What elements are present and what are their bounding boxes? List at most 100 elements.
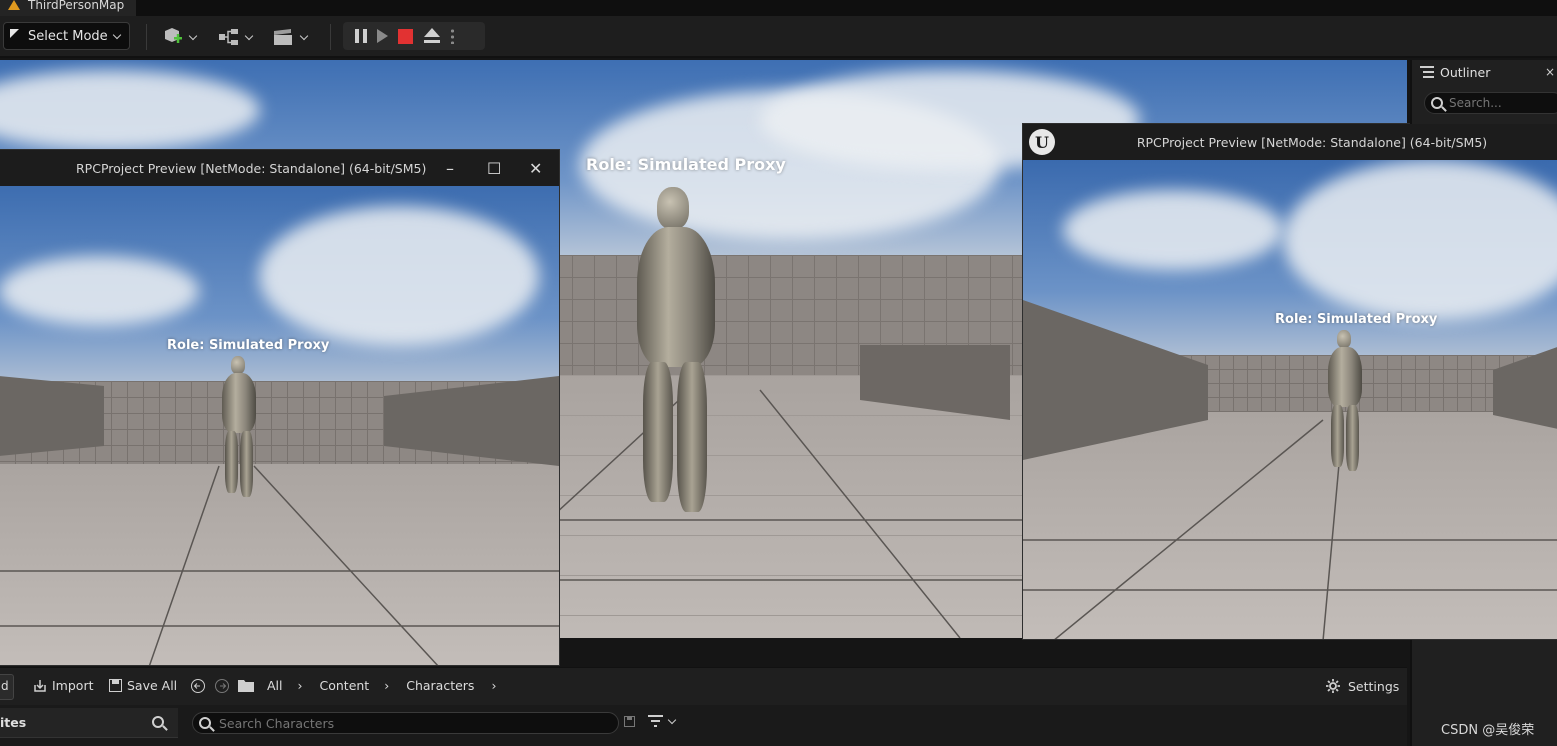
mannequin-leg: [240, 431, 253, 497]
mannequin-torso: [637, 227, 715, 367]
mannequin-leg: [1331, 405, 1344, 467]
preview-title: RPCProject Preview [NetMode: Standalone]…: [1136, 134, 1488, 150]
breadcrumb-item[interactable]: Characters: [406, 678, 474, 693]
content-browser-toolbar: d Import Save All All › Content › Charac…: [0, 667, 1407, 705]
mannequin-head: [1337, 330, 1351, 348]
mannequin-torso: [1328, 347, 1362, 407]
filter-button[interactable]: [648, 715, 677, 727]
clapperboard-icon: [274, 29, 292, 45]
settings-button[interactable]: Settings: [1325, 678, 1399, 694]
preview-viewport[interactable]: Role: Simulated Proxy: [1023, 160, 1557, 639]
character-mannequin: [217, 356, 263, 501]
history-forward-button[interactable]: [214, 678, 230, 694]
back-arrow-icon: [191, 679, 205, 693]
play-controls: [343, 22, 485, 50]
chevron-down-icon: [299, 31, 309, 40]
preview-window-left[interactable]: RPCProject Preview [NetMode: Standalone]…: [0, 149, 560, 666]
floor-lines: [1023, 300, 1557, 639]
pause-icon[interactable]: [355, 29, 367, 43]
forward-arrow-icon: [215, 679, 229, 693]
select-mode-button[interactable]: Select Mode: [3, 22, 130, 50]
chevron-right-icon: ›: [491, 678, 497, 693]
history-back-button[interactable]: [190, 678, 206, 694]
add-actor-button[interactable]: [162, 26, 198, 48]
preview-viewport[interactable]: Role: Simulated Proxy: [0, 186, 559, 665]
breadcrumb: All › Content › Characters ›: [238, 678, 496, 693]
mannequin-leg: [677, 362, 707, 512]
eject-icon[interactable]: [423, 28, 441, 44]
folder-icon: [238, 680, 254, 692]
toolbar-divider: [146, 24, 147, 50]
add-actor-icon: [165, 28, 182, 43]
preview-title-bar[interactable]: U RPCProject Preview [NetMode: Standalon…: [1023, 124, 1557, 160]
map-tab[interactable]: ThirdPersonMap: [0, 0, 137, 16]
mannequin-head: [657, 187, 689, 229]
select-mode-label: Select Mode: [28, 28, 108, 44]
character-mannequin: [1323, 330, 1369, 475]
main-toolbar: Select Mode: [0, 16, 1557, 58]
map-tab-label: ThirdPersonMap: [28, 0, 125, 12]
more-options-icon[interactable]: [451, 28, 454, 44]
search-icon: [199, 717, 211, 729]
save-search-icon[interactable]: [624, 716, 636, 728]
save-icon: [109, 679, 122, 692]
outliner-panel: Outliner ×: [1410, 60, 1557, 124]
step-frame-icon[interactable]: [377, 29, 388, 43]
cursor-icon: [10, 29, 22, 43]
favorites-header[interactable]: ites: [0, 708, 178, 738]
search-icon[interactable]: [152, 716, 164, 728]
preview-title: RPCProject Preview [NetMode: Standalone]…: [76, 160, 427, 176]
stop-icon[interactable]: [398, 28, 413, 44]
chevron-down-icon: [188, 31, 198, 40]
favorites-label: ites: [0, 715, 27, 730]
outliner-list-icon: [1420, 66, 1434, 78]
outliner-title: Outliner: [1440, 64, 1491, 80]
chevron-down-icon: [112, 30, 121, 39]
role-label: Role: Simulated Proxy: [586, 155, 786, 174]
close-icon[interactable]: ✕: [529, 159, 542, 178]
role-label: Role: Simulated Proxy: [167, 338, 330, 353]
minimize-icon[interactable]: –: [446, 159, 454, 178]
chevron-right-icon: ›: [384, 678, 390, 693]
watermark: CSDN @吴俊荣: [1441, 723, 1535, 738]
breadcrumb-item[interactable]: All: [267, 678, 283, 693]
role-label: Role: Simulated Proxy: [1275, 312, 1438, 327]
preview-window-right[interactable]: U RPCProject Preview [NetMode: Standalon…: [1022, 123, 1557, 640]
mannequin-leg: [643, 362, 673, 502]
maximize-icon[interactable]: ☐: [487, 159, 501, 178]
outliner-header: Outliner: [1412, 60, 1557, 84]
save-all-button[interactable]: Save All: [109, 678, 177, 693]
warning-icon: [8, 0, 20, 10]
search-characters-field[interactable]: [192, 712, 619, 734]
breadcrumb-item[interactable]: Content: [320, 678, 370, 693]
outliner-search[interactable]: [1424, 92, 1557, 114]
close-icon[interactable]: ×: [1545, 65, 1555, 79]
outliner-search-input[interactable]: [1449, 96, 1549, 110]
unreal-logo-icon: U: [1029, 129, 1055, 155]
blueprint-button[interactable]: [218, 26, 254, 48]
filter-icon: [648, 715, 663, 727]
chevron-down-icon: [244, 31, 254, 40]
blueprint-icon: [219, 29, 238, 45]
mannequin-leg: [225, 431, 238, 493]
toolbar-divider: [330, 24, 331, 50]
search-characters-input[interactable]: [219, 715, 599, 731]
mannequin-head: [231, 356, 245, 374]
preview-title-bar[interactable]: RPCProject Preview [NetMode: Standalone]…: [0, 150, 559, 186]
floor-lines: [0, 376, 559, 665]
mannequin-torso: [222, 373, 256, 433]
search-icon: [1431, 97, 1443, 109]
gear-icon: [1326, 679, 1340, 693]
editor-window: { "window": { "map_tab": "ThirdPersonMap…: [0, 0, 1557, 746]
settings-label: Settings: [1348, 678, 1400, 694]
title-strip: ThirdPersonMap: [0, 0, 1557, 16]
chevron-down-icon: [667, 715, 677, 724]
import-label: Import: [52, 678, 94, 693]
import-icon: [34, 679, 46, 692]
mannequin-leg: [1346, 405, 1359, 471]
add-button[interactable]: d: [0, 674, 14, 700]
character-mannequin: [625, 187, 735, 527]
chevron-right-icon: ›: [297, 678, 303, 693]
import-button[interactable]: Import: [33, 678, 94, 693]
cinematics-button[interactable]: [273, 26, 309, 48]
